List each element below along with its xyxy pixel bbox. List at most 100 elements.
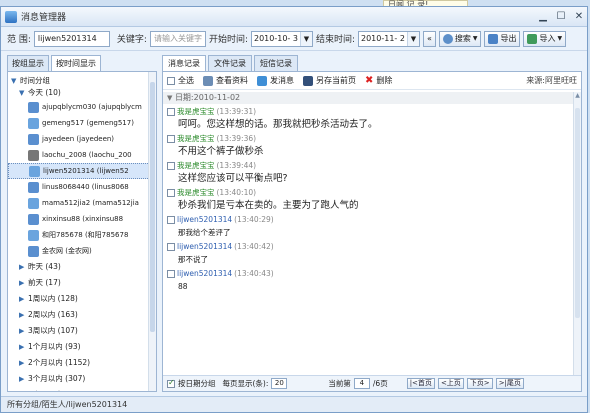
- contact-item[interactable]: 和阳785678 (和阳785678: [8, 227, 156, 243]
- collapsed-arrow-icon[interactable]: ▶: [19, 389, 28, 391]
- message-checkbox[interactable]: [167, 216, 175, 224]
- tab-files[interactable]: 文件记录: [208, 55, 252, 71]
- app-icon: [5, 10, 17, 23]
- export-button[interactable]: 导出: [484, 30, 521, 47]
- contact-item[interactable]: laochu_2008 (laochu_200: [8, 147, 156, 163]
- end-date-picker[interactable]: 2010-11- 2 ▼: [358, 30, 420, 47]
- tree-group[interactable]: ▶ 1个月以内 (93): [8, 339, 156, 355]
- scroll-up-icon[interactable]: ▲: [574, 92, 581, 99]
- collapsed-arrow-icon[interactable]: ▶: [19, 309, 28, 321]
- expanded-arrow-icon[interactable]: ▼: [19, 87, 28, 99]
- search-button[interactable]: 搜索 ▼: [438, 30, 482, 47]
- collapsed-arrow-icon[interactable]: ▶: [19, 293, 28, 305]
- close-icon[interactable]: ✕: [571, 10, 587, 24]
- pager: 按日期分组 每页显示(条): 20 当前第 4 /6页 |<首页 <上页 下页>…: [163, 375, 581, 391]
- view-profile-button[interactable]: 查看资料: [203, 75, 248, 86]
- chevron-down-icon[interactable]: ▼: [406, 31, 419, 46]
- delete-button[interactable]: ✖ 删除: [365, 75, 392, 86]
- avatar-icon: [28, 133, 39, 145]
- collapsed-arrow-icon[interactable]: ▶: [19, 277, 28, 289]
- minimize-icon[interactable]: ▁: [535, 10, 551, 24]
- message-checkbox[interactable]: [167, 108, 175, 116]
- tree-group[interactable]: ▶ 1周以内 (128): [8, 291, 156, 307]
- message-checkbox[interactable]: [167, 162, 175, 170]
- message-checkbox[interactable]: [167, 189, 175, 197]
- tree-group-today[interactable]: ▼ 今天 (10): [8, 87, 156, 99]
- first-page-button[interactable]: |<首页: [406, 378, 435, 389]
- collapsed-arrow-icon[interactable]: ▶: [19, 325, 28, 337]
- tab-messages[interactable]: 消息记录: [162, 55, 206, 71]
- message-item[interactable]: 我是虎宝宝 (13:40:10) 秒杀我们是亏本在卖的。主要为了跑人气的: [163, 187, 573, 212]
- contact-item[interactable]: 金农网 (金农网): [8, 243, 156, 259]
- message-checkbox[interactable]: [167, 243, 175, 251]
- checkbox-icon[interactable]: [167, 76, 175, 85]
- expanded-arrow-icon[interactable]: ▼: [11, 75, 20, 87]
- select-all-checkbox[interactable]: 全选: [167, 75, 194, 86]
- contact-item[interactable]: jayedeen (jayedeen): [8, 131, 156, 147]
- message-item[interactable]: 我是虎宝宝 (13:39:44) 这样您应该可以平衡点吧?: [163, 160, 573, 185]
- total-pages: /6页: [372, 379, 388, 388]
- tab-by-group[interactable]: 按组显示: [7, 55, 49, 71]
- scroll-thumb[interactable]: [150, 82, 155, 332]
- window-title: 消息管理器: [21, 13, 67, 23]
- save-page-button[interactable]: 另存当前页: [303, 75, 356, 86]
- import-button-label: 导入: [539, 34, 556, 43]
- message-item[interactable]: lijwen5201314 (13:40:43) 88: [163, 268, 573, 293]
- scroll-thumb[interactable]: [575, 108, 580, 318]
- message-checkbox[interactable]: [167, 135, 175, 143]
- contact-item[interactable]: ajupqblycm030 (ajupqblycm: [8, 99, 156, 115]
- tab-by-time[interactable]: 按时间显示: [51, 55, 101, 71]
- collapsed-arrow-icon[interactable]: ▶: [19, 261, 28, 273]
- range-input[interactable]: lijwen5201314: [33, 30, 110, 47]
- keyword-label: 关键字:: [116, 35, 147, 45]
- contact-item[interactable]: lijwen5201314 (lijwen52: [8, 163, 156, 179]
- contact-item[interactable]: mama512jia2 (mama512jia: [8, 195, 156, 211]
- start-date-picker[interactable]: 2010-10- 3 ▼: [251, 30, 313, 47]
- contact-scrollbar[interactable]: [148, 72, 156, 391]
- contact-item[interactable]: linus8068440 (linus8068: [8, 179, 156, 195]
- maximize-icon[interactable]: ☐: [553, 10, 569, 24]
- message-item[interactable]: lijwen5201314 (13:40:29) 那我给个差评了: [163, 214, 573, 239]
- tree-group[interactable]: ▶ 3个月以内 (307): [8, 371, 156, 387]
- message-scrollbar[interactable]: ▲: [573, 92, 581, 377]
- collapsed-arrow-icon[interactable]: ▶: [19, 357, 28, 369]
- tree-group[interactable]: ▶ 前天 (17): [8, 275, 156, 291]
- message-item[interactable]: 我是虎宝宝 (13:39:36) 不用这个裤子做秒杀: [163, 133, 573, 158]
- collapsed-arrow-icon[interactable]: ▶: [19, 341, 28, 353]
- per-page-label: 每页显示(条):: [222, 379, 269, 388]
- contact-name: linus8068440 (linus8068: [42, 183, 129, 191]
- tree-group[interactable]: ▶ 2个月以内 (1152): [8, 355, 156, 371]
- next-page-button[interactable]: 下页>: [466, 378, 493, 389]
- keyword-input[interactable]: 请输入关键字: [149, 30, 206, 47]
- collapse-arrow-icon[interactable]: ▼: [167, 94, 172, 102]
- message-item[interactable]: lijwen5201314 (13:40:42) 那不说了: [163, 241, 573, 266]
- current-page-input[interactable]: 4: [353, 378, 370, 389]
- import-button[interactable]: 导入 ▼: [523, 30, 567, 47]
- collapse-button[interactable]: «: [422, 30, 436, 47]
- message-checkbox[interactable]: [167, 270, 175, 278]
- message-sender: lijwen5201314: [177, 242, 233, 251]
- tab-sms[interactable]: 短信记录: [254, 55, 298, 71]
- chevron-down-icon[interactable]: ▼: [299, 31, 312, 46]
- record-panel: 消息记录 文件记录 短信记录 全选 查看资料 发消息 另存当前页 ✖ 删除 来源…: [162, 55, 582, 392]
- contact-item[interactable]: gemeng517 (gemeng517): [8, 115, 156, 131]
- message-panel: 全选 查看资料 发消息 另存当前页 ✖ 删除 来源:阿里旺旺 ▼ 日期:2010…: [162, 71, 582, 392]
- by-date-checkbox[interactable]: [167, 378, 175, 388]
- message-item[interactable]: 我是虎宝宝 (13:39:31) 呵呵。您这样想的话。那我就把秒杀活动去了。: [163, 106, 573, 131]
- send-message-button[interactable]: 发消息: [257, 75, 294, 86]
- tree-root-label: 时间分组: [20, 76, 50, 85]
- tree-group[interactable]: ▶6个月以内 (574): [8, 387, 156, 391]
- group-label: 1个月以内 (93): [28, 342, 81, 351]
- tree-root[interactable]: ▼ 时间分组: [8, 75, 156, 87]
- prev-page-button[interactable]: <上页: [437, 378, 464, 389]
- message-time: (13:39:44): [216, 161, 257, 170]
- tree-group[interactable]: ▶ 2周以内 (163): [8, 307, 156, 323]
- avatar-icon: [28, 101, 39, 113]
- per-page-input[interactable]: 20: [271, 378, 288, 389]
- collapsed-arrow-icon[interactable]: ▶: [19, 373, 28, 385]
- by-date-label: 按日期分组: [178, 379, 216, 388]
- contact-item[interactable]: xinxinsu88 (xinxinsu88: [8, 211, 156, 227]
- tree-group[interactable]: ▶ 3周以内 (107): [8, 323, 156, 339]
- tree-group[interactable]: ▶ 昨天 (43): [8, 259, 156, 275]
- last-page-button[interactable]: >|尾页: [495, 378, 524, 389]
